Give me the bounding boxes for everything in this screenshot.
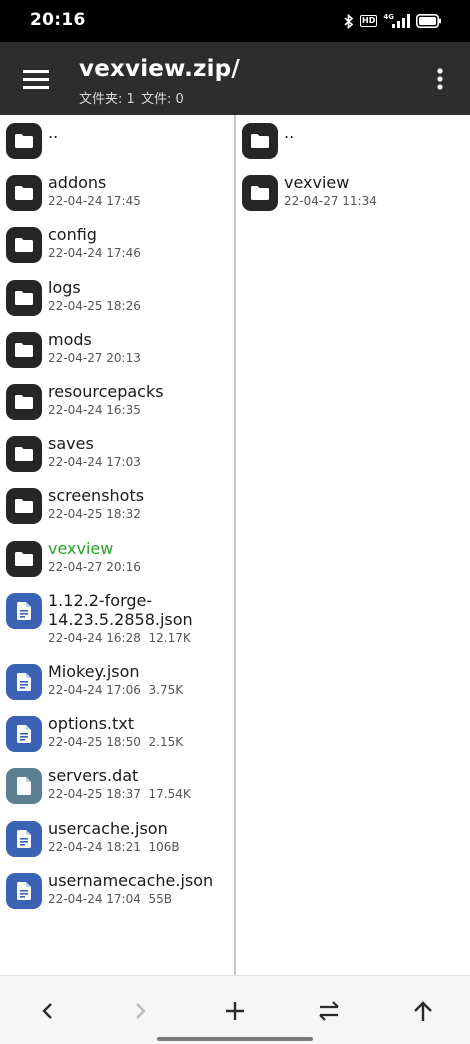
file-name: screenshots (48, 486, 145, 506)
file-meta: 22-04-27 11:34 (284, 194, 377, 209)
file-meta: 22-04-24 18:21 106B (48, 839, 180, 854)
status-bar: 20:16 HD 4G (0, 0, 470, 42)
file-meta: 22-04-24 17:03 (48, 455, 141, 470)
file-name: usercache.json (48, 818, 168, 838)
file-row[interactable]: 1.12.2-forge-14.23.5.2858.json 22-04-24 1… (0, 591, 234, 660)
folder-icon (6, 175, 42, 212)
file-meta: 22-04-27 20:13 (48, 350, 141, 365)
file-meta: 22-04-25 18:37 17.54K (48, 787, 191, 802)
file-row[interactable]: usernamecache.json 22-04-24 17:04 55B (0, 871, 234, 921)
parent-folder-row[interactable]: .. (236, 121, 470, 171)
page-title: vexview.zip/ (79, 56, 240, 82)
file-meta: 22-04-24 16:28 12.17K (48, 630, 191, 645)
file-meta: 22-04-24 17:46 (48, 246, 141, 261)
folder-row[interactable]: vexview 22-04-27 20:16 (0, 539, 234, 589)
up-button[interactable] (408, 996, 438, 1026)
folder-row[interactable]: mods 22-04-27 20:13 (0, 330, 234, 380)
status-time: 20:16 (30, 10, 86, 30)
folder-row[interactable]: config 22-04-24 17:46 (0, 225, 234, 275)
file-name: .. (48, 123, 59, 142)
folder-icon (6, 123, 42, 159)
document-icon (6, 872, 42, 909)
file-meta: 22-04-24 17:45 (48, 194, 141, 209)
file-name: addons (48, 173, 107, 193)
hd-icon: HD (360, 15, 378, 27)
file-name: Miokey.json (48, 662, 140, 681)
file-name: saves (48, 434, 94, 454)
hamburger-icon (23, 70, 49, 89)
folder-icon (6, 331, 42, 368)
network-type-label: 4G (383, 12, 394, 21)
signal-icon: 4G (383, 12, 410, 28)
bottom-toolbar (0, 975, 470, 1044)
folder-icon (6, 540, 42, 577)
file-meta: 22-04-24 17:04 55B (48, 891, 172, 906)
file-name: vexview (284, 173, 350, 193)
folder-icon (6, 384, 42, 420)
folder-icon (242, 175, 278, 212)
folder-row[interactable]: vexview 22-04-27 11:34 (236, 173, 470, 223)
file-name: options.txt (48, 714, 135, 734)
file-name: logs (48, 277, 81, 297)
more-vertical-icon (437, 68, 443, 90)
file-name: 1.12.2-forge-14.23.5.2858.json (48, 590, 193, 629)
file-meta: 22-04-27 20:16 (48, 559, 141, 574)
folder-row[interactable]: saves 22-04-24 17:03 (0, 434, 234, 484)
folder-row[interactable]: addons 22-04-24 17:45 (0, 173, 234, 223)
right-file-pane: .. vexview 22-04-27 11:34 (236, 115, 470, 975)
folder-icon (242, 123, 278, 159)
swap-panes-button[interactable] (314, 996, 344, 1026)
file-meta: 22-04-24 17:06 3.75K (48, 683, 184, 697)
file-row[interactable]: servers.dat 22-04-25 18:37 17.54K (0, 766, 234, 816)
bluetooth-icon (344, 13, 354, 29)
file-count: 文件: 0 (140, 92, 184, 107)
folder-count: 文件夹: 1 (79, 92, 135, 107)
file-name: servers.dat (48, 766, 139, 786)
forward-icon (136, 1003, 146, 1019)
folder-file-counts: 文件夹: 1 文件: 0 (79, 88, 186, 107)
more-options-button[interactable] (430, 64, 450, 94)
file-name: vexview (48, 538, 114, 558)
app-bar: vexview.zip/ 文件夹: 1 文件: 0 (0, 42, 470, 115)
file-row[interactable]: usercache.json 22-04-24 18:21 106B (0, 819, 234, 869)
up-icon (414, 1001, 432, 1021)
folder-icon (6, 488, 42, 525)
left-file-pane: .. addons 22-04-24 17:45 config 22-04-24 17:… (0, 115, 234, 975)
file-manager-app: 20:16 HD 4G vexview.zip/ 文件夹: 1 文件: 0 ..… (0, 0, 470, 1044)
home-indicator[interactable] (157, 1037, 313, 1041)
forward-button[interactable] (126, 996, 156, 1026)
file-meta: 22-04-24 16:35 (48, 403, 141, 417)
folder-row[interactable]: logs 22-04-25 18:26 (0, 278, 234, 328)
file-meta: 22-04-25 18:32 (48, 507, 141, 522)
folder-icon (6, 279, 42, 316)
menu-button[interactable] (16, 59, 56, 99)
file-name: usernamecache.json (48, 870, 214, 890)
back-icon (42, 1003, 52, 1019)
file-name: resourcepacks (48, 382, 164, 401)
file-row[interactable]: Miokey.json 22-04-24 17:06 3.75K (0, 662, 234, 712)
folder-icon (6, 436, 42, 473)
file-name: config (48, 225, 97, 245)
file-meta: 22-04-25 18:50 2.15K (48, 735, 184, 750)
folder-row[interactable]: resourcepacks 22-04-24 16:35 (0, 382, 234, 432)
document-icon (6, 664, 42, 700)
folder-icon (6, 227, 42, 264)
folder-row[interactable]: screenshots 22-04-25 18:32 (0, 486, 234, 536)
back-button[interactable] (32, 996, 62, 1026)
battery-icon (416, 14, 442, 28)
file-icon (6, 768, 42, 805)
status-icons: HD 4G (344, 11, 442, 31)
file-row[interactable]: options.txt 22-04-25 18:50 2.15K (0, 714, 234, 764)
document-icon (6, 716, 42, 753)
file-meta: 22-04-25 18:26 (48, 298, 141, 313)
file-name: mods (48, 329, 92, 349)
file-name: .. (284, 123, 295, 142)
add-button[interactable] (220, 996, 250, 1026)
document-icon (6, 592, 42, 629)
swap-icon (319, 1001, 339, 1021)
add-icon (226, 1002, 244, 1020)
document-icon (6, 820, 42, 857)
parent-folder-row[interactable]: .. (0, 121, 234, 171)
